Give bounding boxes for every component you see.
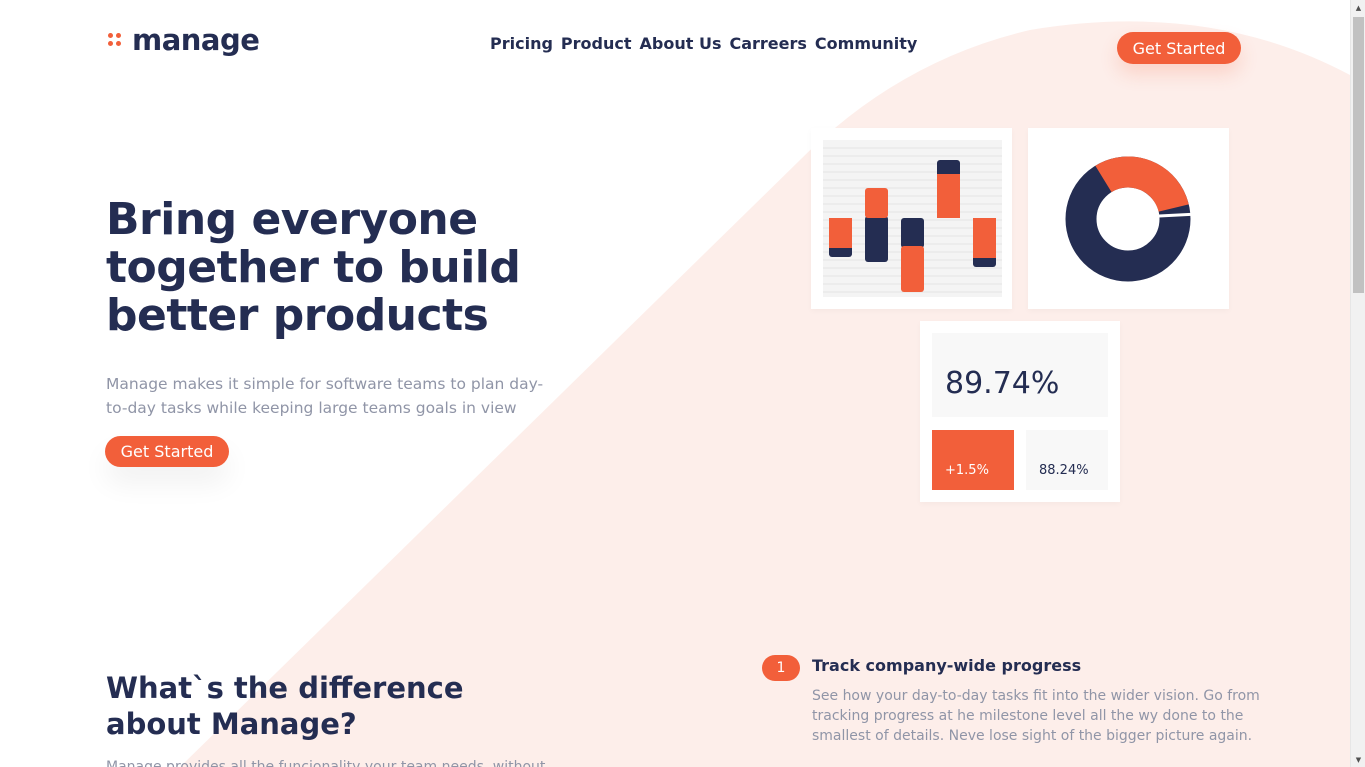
stat-secondary-box: 88.24% (1026, 430, 1108, 490)
scroll-up-arrow-icon[interactable]: ▲ (1351, 0, 1365, 15)
nav-link-community[interactable]: Community (815, 34, 917, 54)
scrollbar-thumb[interactable] (1353, 17, 1364, 293)
feature-number-badge: 1 (762, 655, 800, 681)
header-get-started-button[interactable]: Get Started (1117, 32, 1241, 64)
scroll-down-arrow-icon[interactable]: ▼ (1351, 752, 1365, 767)
illustration-bar-4-orange (937, 174, 960, 218)
stat-change-box: +1.5% (932, 430, 1014, 490)
logo-text: manage (132, 23, 260, 57)
illustration-bar-1-orange (829, 218, 852, 248)
hero-description: Manage makes it simple for software team… (106, 375, 544, 417)
stat-change-value: +1.5% (945, 463, 989, 478)
nav-link-pricing[interactable]: Pricing (490, 34, 553, 54)
page: manage Pricing Product About Us Carreers… (0, 0, 1365, 767)
nav-link-about-us[interactable]: About Us (640, 34, 722, 54)
hero-title: Bring everyone together to build better … (106, 194, 521, 341)
illustration-bar-card (811, 128, 1012, 309)
main-nav: Pricing Product About Us Carreers Commun… (490, 34, 917, 54)
hero-get-started-button[interactable]: Get Started (105, 436, 229, 467)
illustration-bar-3-orange (901, 246, 924, 292)
feature-description: See how your day-to-day tasks fit into t… (812, 688, 1260, 744)
illustration-stats-card: 89.74% +1.5% 88.24% (920, 321, 1120, 502)
stat-secondary-value: 88.24% (1039, 463, 1089, 478)
illustration-bar-graphic (823, 140, 1002, 297)
illustration-bar-2-orange (865, 188, 888, 218)
stat-main-value: 89.74% (945, 366, 1060, 401)
vertical-scrollbar[interactable]: ▲ ▼ (1350, 0, 1365, 767)
nav-link-careers[interactable]: Carreers (729, 34, 806, 54)
difference-title: What`s the difference about Manage? (106, 671, 464, 741)
illustration-bar-3-navy (901, 218, 924, 248)
illustration-donut-graphic (1065, 156, 1199, 282)
illustration-bar-5-orange (973, 218, 996, 258)
difference-description: Manage provides all the funcionality you… (106, 759, 546, 767)
illustration-donut-accent-segment (1095, 156, 1189, 213)
illustration-donut-card (1028, 128, 1229, 309)
illustration-bar-2-navy (865, 216, 888, 262)
stat-main-box: 89.74% (932, 333, 1108, 417)
logo[interactable]: manage (106, 23, 260, 57)
nav-link-product[interactable]: Product (561, 34, 632, 54)
logo-mark-icon (106, 32, 122, 48)
feature-title: Track company-wide progress (812, 656, 1082, 675)
